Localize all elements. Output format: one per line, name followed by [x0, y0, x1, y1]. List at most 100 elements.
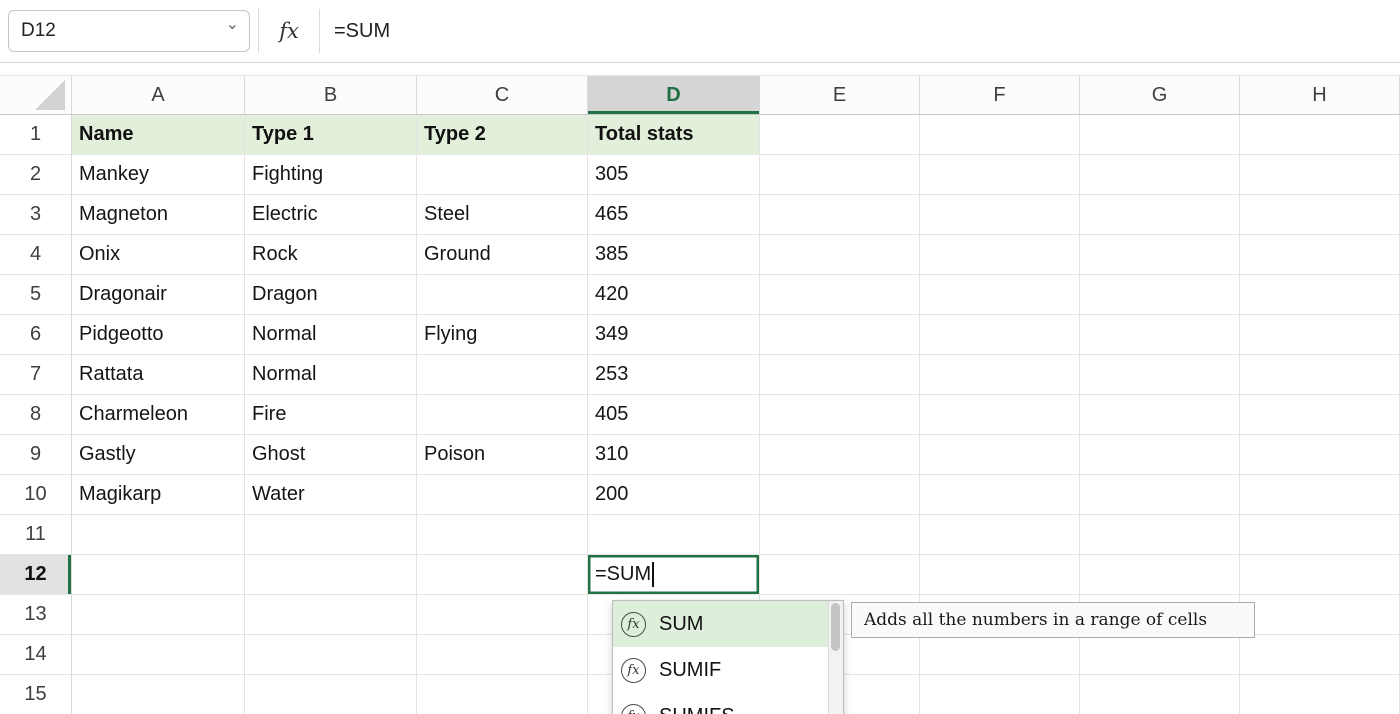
column-header-D[interactable]: D: [588, 76, 760, 114]
cell-C8[interactable]: [417, 395, 588, 435]
cell-E9[interactable]: [760, 435, 920, 475]
cell-B3[interactable]: Electric: [245, 195, 417, 235]
cell-G14[interactable]: [1080, 635, 1240, 675]
cell-A10[interactable]: Magikarp: [72, 475, 245, 515]
cell-G5[interactable]: [1080, 275, 1240, 315]
cell-H7[interactable]: [1240, 355, 1400, 395]
row-header-12[interactable]: 12: [0, 555, 72, 595]
cell-F5[interactable]: [920, 275, 1080, 315]
row-header-5[interactable]: 5: [0, 275, 72, 315]
cell-E3[interactable]: [760, 195, 920, 235]
cell-C4[interactable]: Ground: [417, 235, 588, 275]
cell-D8[interactable]: 405: [588, 395, 760, 435]
cell-H3[interactable]: [1240, 195, 1400, 235]
cell-E4[interactable]: [760, 235, 920, 275]
cell-F6[interactable]: [920, 315, 1080, 355]
cell-A15[interactable]: [72, 675, 245, 714]
cell-B14[interactable]: [245, 635, 417, 675]
cell-B11[interactable]: [245, 515, 417, 555]
cell-F3[interactable]: [920, 195, 1080, 235]
row-header-14[interactable]: 14: [0, 635, 72, 675]
column-header-H[interactable]: H: [1240, 76, 1400, 114]
cell-D9[interactable]: 310: [588, 435, 760, 475]
row-header-11[interactable]: 11: [0, 515, 72, 555]
cell-C9[interactable]: Poison: [417, 435, 588, 475]
cell-A11[interactable]: [72, 515, 245, 555]
cell-G15[interactable]: [1080, 675, 1240, 714]
row-header-15[interactable]: 15: [0, 675, 72, 714]
column-header-A[interactable]: A: [72, 76, 245, 114]
cell-C6[interactable]: Flying: [417, 315, 588, 355]
column-header-C[interactable]: C: [417, 76, 588, 114]
cell-D12[interactable]: =SUM: [588, 555, 760, 595]
cell-C7[interactable]: [417, 355, 588, 395]
autocomplete-item-SUM[interactable]: fxSUM: [613, 601, 828, 647]
cell-E10[interactable]: [760, 475, 920, 515]
cell-H2[interactable]: [1240, 155, 1400, 195]
cell-B1[interactable]: Type 1: [245, 115, 417, 155]
cell-B13[interactable]: [245, 595, 417, 635]
autocomplete-scrollbar[interactable]: [828, 601, 843, 714]
cell-F10[interactable]: [920, 475, 1080, 515]
cell-A3[interactable]: Magneton: [72, 195, 245, 235]
cell-B7[interactable]: Normal: [245, 355, 417, 395]
cell-D10[interactable]: 200: [588, 475, 760, 515]
column-header-E[interactable]: E: [760, 76, 920, 114]
column-header-G[interactable]: G: [1080, 76, 1240, 114]
cell-G9[interactable]: [1080, 435, 1240, 475]
cell-E12[interactable]: [760, 555, 920, 595]
cell-D1[interactable]: Total stats: [588, 115, 760, 155]
cell-E1[interactable]: [760, 115, 920, 155]
cell-E8[interactable]: [760, 395, 920, 435]
row-header-4[interactable]: 4: [0, 235, 72, 275]
cell-A4[interactable]: Onix: [72, 235, 245, 275]
cell-D11[interactable]: [588, 515, 760, 555]
row-header-9[interactable]: 9: [0, 435, 72, 475]
cell-G4[interactable]: [1080, 235, 1240, 275]
cell-A14[interactable]: [72, 635, 245, 675]
cell-G7[interactable]: [1080, 355, 1240, 395]
row-header-6[interactable]: 6: [0, 315, 72, 355]
cell-H9[interactable]: [1240, 435, 1400, 475]
cell-B6[interactable]: Normal: [245, 315, 417, 355]
cell-F4[interactable]: [920, 235, 1080, 275]
column-header-F[interactable]: F: [920, 76, 1080, 114]
cell-B10[interactable]: Water: [245, 475, 417, 515]
row-header-2[interactable]: 2: [0, 155, 72, 195]
autocomplete-item-SUMIFS[interactable]: fxSUMIFS: [613, 693, 828, 714]
cell-H1[interactable]: [1240, 115, 1400, 155]
cell-F14[interactable]: [920, 635, 1080, 675]
insert-function-button[interactable]: fx: [258, 9, 320, 53]
cell-A7[interactable]: Rattata: [72, 355, 245, 395]
cell-F9[interactable]: [920, 435, 1080, 475]
cell-G6[interactable]: [1080, 315, 1240, 355]
cell-F12[interactable]: [920, 555, 1080, 595]
cell-G11[interactable]: [1080, 515, 1240, 555]
column-header-B[interactable]: B: [245, 76, 417, 114]
cell-H5[interactable]: [1240, 275, 1400, 315]
cell-H14[interactable]: [1240, 635, 1400, 675]
cell-H4[interactable]: [1240, 235, 1400, 275]
cell-B2[interactable]: Fighting: [245, 155, 417, 195]
cell-C3[interactable]: Steel: [417, 195, 588, 235]
cell-A9[interactable]: Gastly: [72, 435, 245, 475]
cell-B9[interactable]: Ghost: [245, 435, 417, 475]
cell-F7[interactable]: [920, 355, 1080, 395]
cell-A13[interactable]: [72, 595, 245, 635]
cell-C12[interactable]: [417, 555, 588, 595]
cell-B5[interactable]: Dragon: [245, 275, 417, 315]
cell-E7[interactable]: [760, 355, 920, 395]
cell-A1[interactable]: Name: [72, 115, 245, 155]
cell-C15[interactable]: [417, 675, 588, 714]
cell-A2[interactable]: Mankey: [72, 155, 245, 195]
cell-E6[interactable]: [760, 315, 920, 355]
cell-D3[interactable]: 465: [588, 195, 760, 235]
cell-F8[interactable]: [920, 395, 1080, 435]
cell-G10[interactable]: [1080, 475, 1240, 515]
row-header-3[interactable]: 3: [0, 195, 72, 235]
cell-A8[interactable]: Charmeleon: [72, 395, 245, 435]
cell-G3[interactable]: [1080, 195, 1240, 235]
scrollbar-thumb[interactable]: [831, 603, 840, 651]
cell-A6[interactable]: Pidgeotto: [72, 315, 245, 355]
select-all-corner[interactable]: [0, 76, 72, 114]
